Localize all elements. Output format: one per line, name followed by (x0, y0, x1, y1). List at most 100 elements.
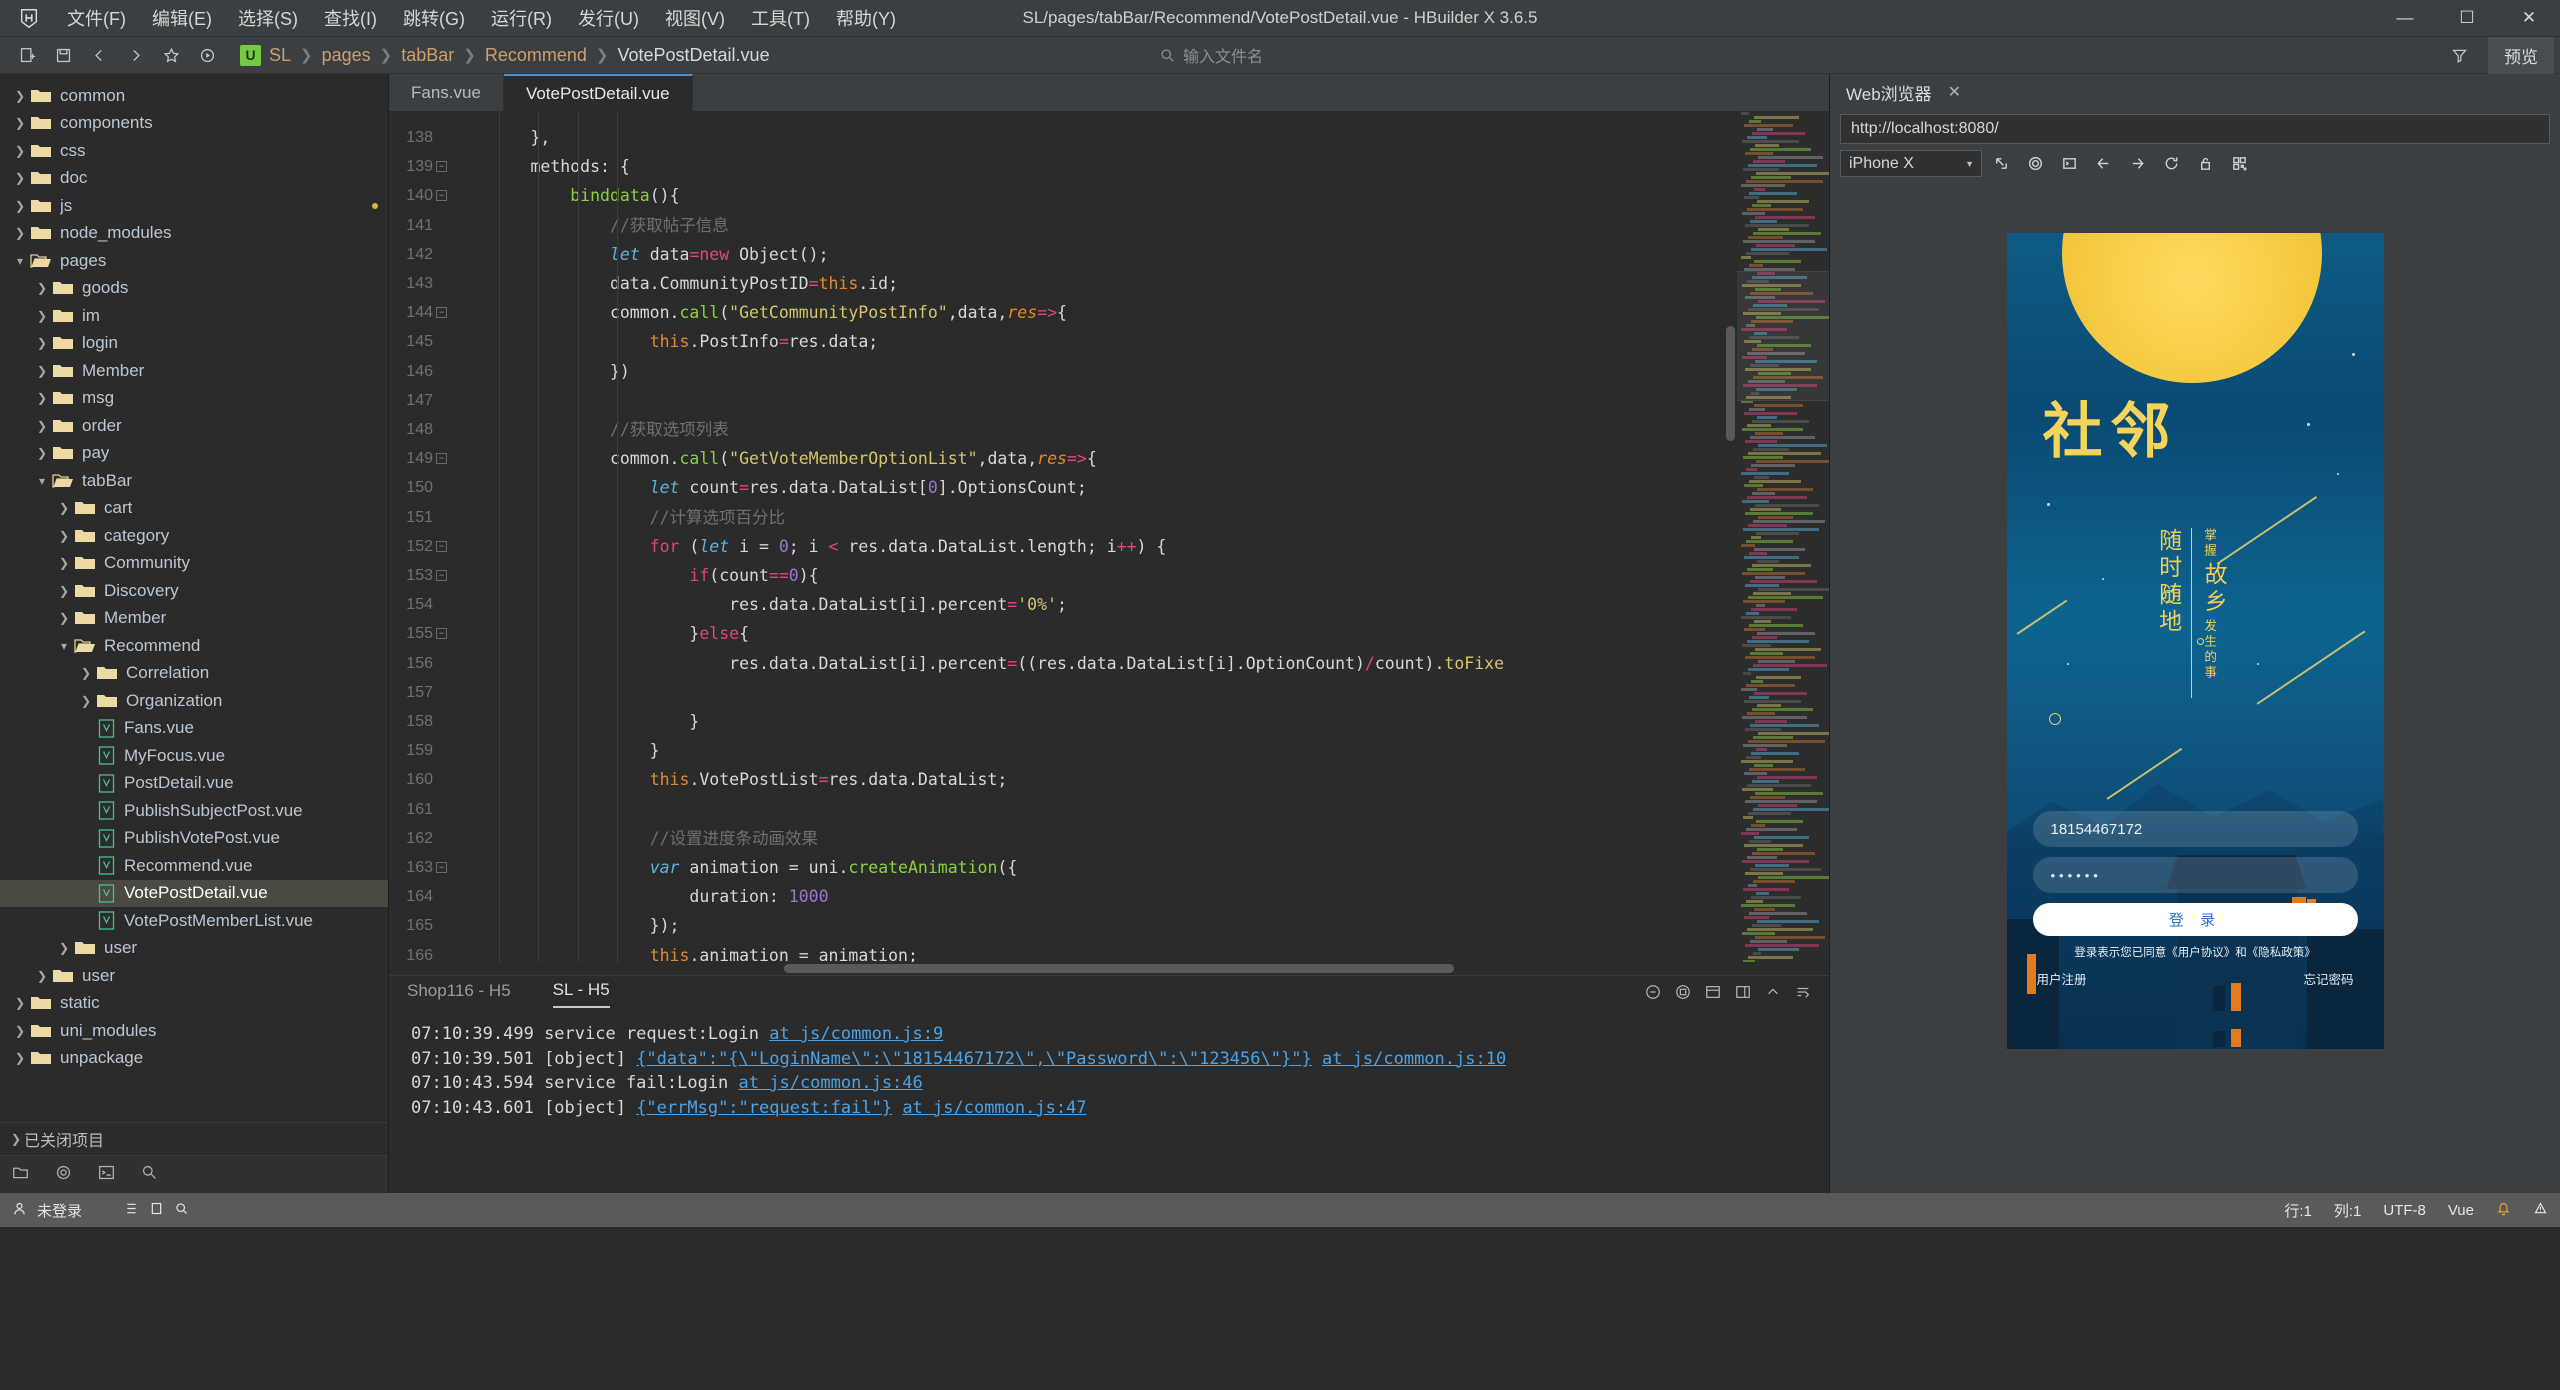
chevron-right-icon[interactable]: ❯ (56, 529, 72, 543)
open-external-icon[interactable] (1986, 150, 2016, 177)
tree-item-votepostmemberlist-vue[interactable]: VotePostMemberList.vue (0, 907, 388, 935)
fold-toggle-icon[interactable]: − (436, 570, 447, 582)
tree-item-recommend[interactable]: ▾ Recommend (0, 632, 388, 660)
preview-tab[interactable]: Web浏览器 ✕ (1830, 74, 2560, 110)
settings-gear-icon[interactable] (2020, 150, 2050, 177)
breadcrumb-item-4[interactable]: VotePostDetail.vue (615, 45, 771, 66)
tree-item-order[interactable]: ❯ order (0, 412, 388, 440)
tree-item-discovery[interactable]: ❯ Discovery (0, 577, 388, 605)
lock-icon[interactable] (2190, 150, 2220, 177)
minimap-viewport[interactable] (1737, 271, 1829, 401)
tree-item-votepostdetail-vue[interactable]: VotePostDetail.vue (0, 879, 388, 907)
chevron-down-icon[interactable]: ▾ (12, 254, 28, 268)
cursor-column[interactable]: 列:1 (2334, 1200, 2362, 1221)
hscroll-thumb[interactable] (784, 964, 1454, 973)
chevron-right-icon[interactable]: ❯ (12, 1024, 28, 1038)
forward-icon[interactable] (118, 41, 152, 69)
tab-votepostdetail-vue[interactable]: VotePostDetail.vue (503, 74, 693, 111)
console-icon[interactable] (2054, 150, 2084, 177)
tree-item-msg[interactable]: ❯ msg (0, 385, 388, 413)
tree-item-postdetail-vue[interactable]: PostDetail.vue (0, 770, 388, 798)
search-status-icon[interactable] (174, 1201, 189, 1220)
chevron-right-icon[interactable]: ❯ (34, 364, 50, 378)
folder-open-icon[interactable] (12, 1164, 29, 1186)
menu-edit[interactable]: 编辑(E) (139, 1, 225, 35)
chevron-right-icon[interactable]: ❯ (56, 611, 72, 625)
breadcrumb-item-1[interactable]: pages (320, 45, 373, 66)
tree-item-user[interactable]: ❯ user (0, 962, 388, 990)
save-icon[interactable] (46, 41, 80, 69)
chevron-right-icon[interactable]: ❯ (12, 199, 28, 213)
chevron-right-icon[interactable]: ❯ (12, 1051, 28, 1065)
collapse-icon[interactable] (1765, 984, 1781, 1005)
breadcrumb-item-0[interactable]: SL (267, 45, 293, 66)
fold-toggle-icon[interactable]: − (436, 862, 447, 874)
chevron-right-icon[interactable]: ❯ (12, 226, 28, 240)
tree-item-goods[interactable]: ❯ goods (0, 275, 388, 303)
register-link[interactable]: 用户注册 (2037, 969, 2087, 988)
run-icon[interactable] (190, 41, 224, 69)
cursor-line[interactable]: 行:1 (2284, 1200, 2312, 1221)
forgot-password-link[interactable]: 忘记密码 (2303, 969, 2353, 988)
tree-item-member[interactable]: ❯ Member (0, 357, 388, 385)
encoding-label[interactable]: UTF-8 (2383, 1202, 2426, 1219)
chevron-right-icon[interactable]: ❯ (34, 336, 50, 350)
breadcrumb-item-2[interactable]: tabBar (399, 45, 456, 66)
console-tab-shop116[interactable]: Shop116 - H5 (407, 981, 511, 1007)
console-json[interactable]: {"data":"{\"LoginName\":\"18154467172\",… (636, 1049, 1312, 1069)
login-button[interactable]: 登 录 (2032, 903, 2358, 936)
warning-icon[interactable] (2533, 1201, 2548, 1220)
chevron-down-icon[interactable]: ▾ (34, 474, 50, 488)
language-label[interactable]: Vue (2448, 1202, 2474, 1219)
notification-bell-icon[interactable] (2496, 1201, 2511, 1220)
tree-item-myfocus-vue[interactable]: MyFocus.vue (0, 742, 388, 770)
menu-select[interactable]: 选择(S) (225, 1, 311, 35)
split-view-icon[interactable] (1735, 984, 1751, 1005)
search-sidebar-icon[interactable] (141, 1164, 158, 1186)
tree-item-publishsubjectpost-vue[interactable]: PublishSubjectPost.vue (0, 797, 388, 825)
chevron-right-icon[interactable]: ❯ (34, 446, 50, 460)
wrap-lines-icon[interactable] (1795, 984, 1811, 1005)
console-source-link[interactable]: at js/common.js:46 (739, 1073, 923, 1093)
menu-run[interactable]: 运行(R) (478, 1, 565, 35)
tree-item-community[interactable]: ❯ Community (0, 550, 388, 578)
tree-item-doc[interactable]: ❯ doc (0, 165, 388, 193)
chevron-right-icon[interactable]: ❯ (56, 584, 72, 598)
chevron-right-icon[interactable]: ❯ (78, 666, 94, 680)
tree-item-js[interactable]: ❯ js (0, 192, 388, 220)
tree-item-fans-vue[interactable]: Fans.vue (0, 715, 388, 743)
chevron-right-icon[interactable]: ❯ (34, 281, 50, 295)
menu-file[interactable]: 文件(F) (54, 1, 139, 35)
console-log[interactable]: 07:10:39.499 service request:Login at js… (389, 1012, 1829, 1193)
chevron-right-icon[interactable]: ❯ (12, 996, 28, 1010)
tab-fans-vue[interactable]: Fans.vue (389, 74, 504, 111)
notes-icon[interactable] (149, 1201, 164, 1220)
device-select[interactable]: iPhone X ▼ (1840, 150, 1982, 177)
menu-tools[interactable]: 工具(T) (738, 1, 823, 35)
chevron-down-icon[interactable]: ▾ (56, 639, 72, 653)
favorite-star-icon[interactable] (154, 41, 188, 69)
chevron-right-icon[interactable]: ❯ (56, 941, 72, 955)
tree-item-im[interactable]: ❯ im (0, 302, 388, 330)
console-json[interactable]: {"errMsg":"request:fail"} (636, 1098, 892, 1118)
tree-item-recommend-vue[interactable]: Recommend.vue (0, 852, 388, 880)
menu-goto[interactable]: 跳转(G) (390, 1, 478, 35)
app-login-screen[interactable]: 社邻 随时随地 掌握 故乡 发生的事 18154467172 •••••• 登 … (2006, 233, 2384, 1049)
chevron-right-icon[interactable]: ❯ (12, 171, 28, 185)
chevron-right-icon[interactable]: ❯ (56, 501, 72, 515)
phone-input[interactable]: 18154467172 (2032, 811, 2358, 847)
account-icon[interactable] (12, 1201, 27, 1220)
grid-view-icon[interactable] (1705, 984, 1721, 1005)
fold-toggle-icon[interactable]: − (436, 453, 447, 465)
tree-item-correlation[interactable]: ❯ Correlation (0, 660, 388, 688)
account-label[interactable]: 未登录 (37, 1200, 82, 1221)
fold-toggle-icon[interactable]: − (436, 307, 447, 319)
tree-item-login[interactable]: ❯ login (0, 330, 388, 358)
console-source-link[interactable]: at js/common.js:47 (902, 1098, 1086, 1118)
tree-item-member[interactable]: ❯ Member (0, 605, 388, 633)
console-source-link[interactable]: at js/common.js:9 (769, 1024, 943, 1044)
code-minimap[interactable] (1737, 111, 1829, 962)
chevron-right-icon[interactable]: ❯ (78, 694, 94, 708)
fold-toggle-icon[interactable]: − (436, 628, 447, 640)
code-editor[interactable]: 138 139−140− 141 142 143 144− 145 146 147 148 149−… (389, 111, 1829, 962)
